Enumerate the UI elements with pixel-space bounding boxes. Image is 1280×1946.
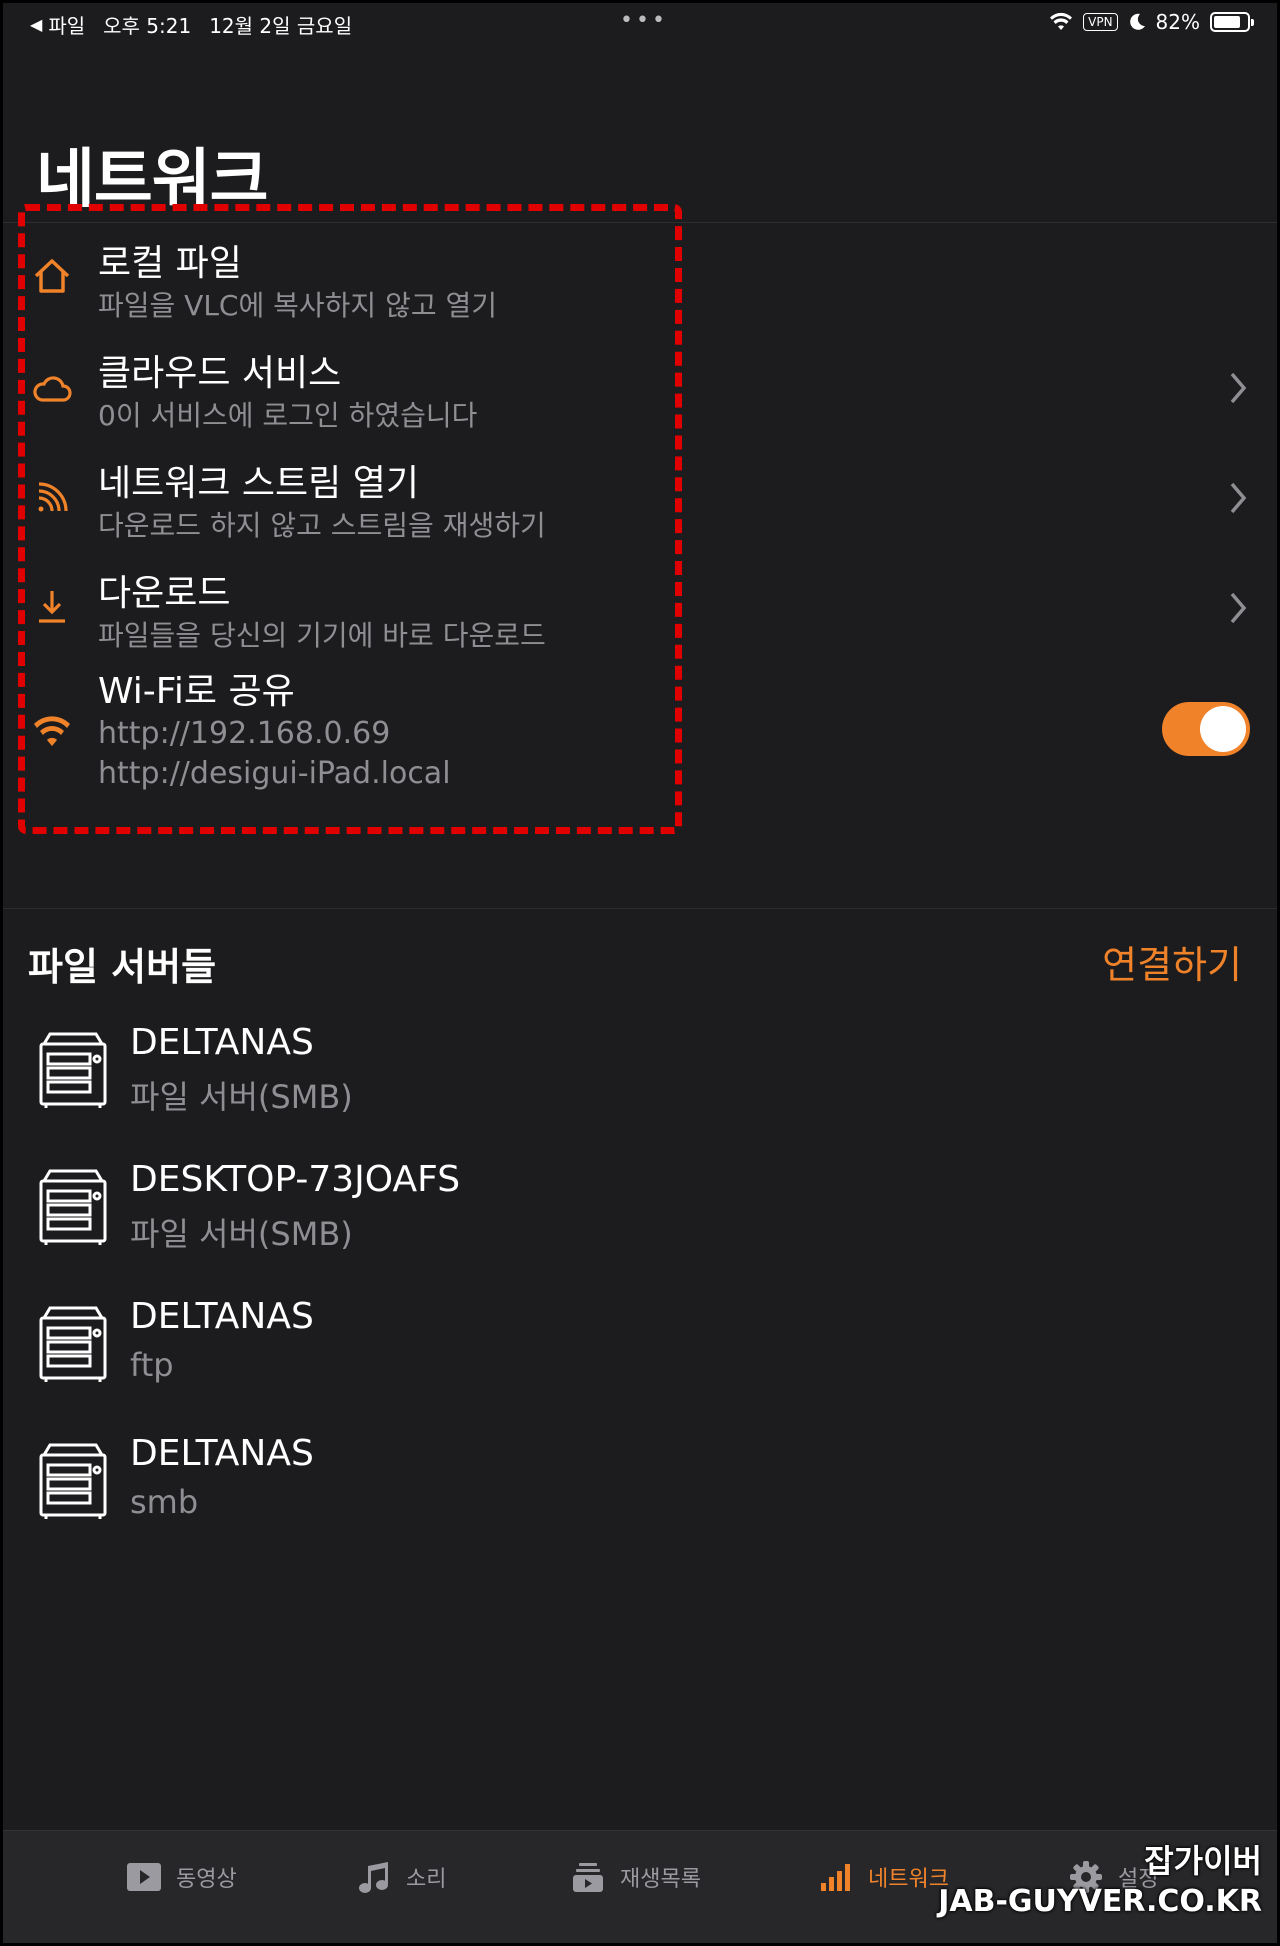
tab-playlist[interactable]: 재생목록 xyxy=(570,1859,701,1895)
tab-video[interactable]: 동영상 xyxy=(126,1859,237,1895)
wifi-share-ip-address: http://192.168.0.69 xyxy=(98,716,391,751)
menu-item-local-files[interactable]: 로컬 파일 파일을 VLC에 복사하지 않고 열기 xyxy=(0,232,1280,332)
server-row[interactable]: DESKTOP-73JOAFS 파일 서버(SMB) xyxy=(0,1159,1280,1279)
file-servers-heading: 파일 서버들 xyxy=(28,945,217,989)
menu-title: 로컬 파일 xyxy=(98,243,242,284)
toggle-knob xyxy=(1200,706,1246,752)
server-type: smb xyxy=(130,1483,199,1521)
menu-subtitle: 파일을 VLC에 복사하지 않고 열기 xyxy=(98,289,498,322)
menu-item-network-stream[interactable]: 네트워크 스트림 열기 다운로드 하지 않고 스트림을 재생하기 xyxy=(0,452,1280,552)
wifi-share-icon xyxy=(30,710,74,754)
music-icon xyxy=(356,1859,392,1895)
server-name: DELTANAS xyxy=(130,1433,314,1474)
playlist-icon xyxy=(570,1859,606,1895)
chevron-right-icon xyxy=(1230,482,1247,514)
battery-icon xyxy=(1210,12,1254,32)
wifi-status-icon xyxy=(1050,12,1073,30)
status-time: 오후 5:21 xyxy=(103,14,192,38)
server-icon xyxy=(39,1032,107,1108)
server-row[interactable]: DELTANAS 파일 서버(SMB) xyxy=(0,1022,1280,1142)
multitasking-dots-icon[interactable]: ••• xyxy=(620,8,668,33)
chevron-right-icon xyxy=(1230,372,1247,404)
tab-label: 동영상 xyxy=(176,1867,237,1892)
tab-label: 재생목록 xyxy=(620,1867,701,1892)
menu-title: Wi-Fi로 공유 xyxy=(98,671,295,712)
wifi-share-toggle[interactable] xyxy=(1162,702,1250,756)
watermark-line1: 잡가이버 xyxy=(1144,1842,1262,1880)
play-icon xyxy=(126,1859,162,1895)
server-name: DELTANAS xyxy=(130,1022,314,1063)
menu-item-download[interactable]: 다운로드 파일들을 당신의 기기에 바로 다운로드 xyxy=(0,562,1280,662)
menu-title: 네트워크 스트림 열기 xyxy=(98,463,419,504)
wifi-share-local-address: http://desigui-iPad.local xyxy=(98,756,451,791)
chevron-right-icon xyxy=(1230,592,1247,624)
menu-subtitle: 파일들을 당신의 기기에 바로 다운로드 xyxy=(98,619,546,652)
moon-icon xyxy=(1129,13,1145,30)
menu-subtitle: 다운로드 하지 않고 스트림을 재생하기 xyxy=(98,509,546,542)
rss-icon xyxy=(30,476,74,520)
tab-network[interactable]: 네트워크 xyxy=(818,1859,949,1895)
section-divider xyxy=(0,908,1280,909)
back-app-label[interactable]: 파일 xyxy=(48,10,85,39)
status-date: 12월 2일 금요일 xyxy=(209,14,353,38)
menu-title: 클라우드 서비스 xyxy=(98,353,342,394)
download-icon xyxy=(30,584,74,628)
menu-subtitle: 0이 서비스에 로그인 하였습니다 xyxy=(98,399,478,432)
server-type: 파일 서버(SMB) xyxy=(130,1215,353,1253)
battery-level xyxy=(1214,16,1241,28)
tab-label: 소리 xyxy=(406,1867,447,1892)
server-type: 파일 서버(SMB) xyxy=(130,1078,353,1116)
server-name: DELTANAS xyxy=(130,1296,314,1337)
title-divider xyxy=(0,222,1280,223)
tab-audio[interactable]: 소리 xyxy=(356,1859,446,1895)
server-name: DESKTOP-73JOAFS xyxy=(130,1159,461,1200)
menu-item-wifi-share: Wi-Fi로 공유 http://192.168.0.69 http://des… xyxy=(0,660,1280,794)
menu-title: 다운로드 xyxy=(98,573,231,614)
menu-item-cloud-services[interactable]: 클라우드 서비스 0이 서비스에 로그인 하였습니다 xyxy=(0,342,1280,442)
server-icon xyxy=(39,1169,107,1245)
server-icon xyxy=(39,1443,107,1519)
vpn-badge: VPN xyxy=(1083,13,1118,31)
server-icon xyxy=(39,1306,107,1382)
server-type: ftp xyxy=(130,1346,174,1384)
cloud-icon xyxy=(30,366,74,410)
signal-icon xyxy=(818,1859,854,1895)
status-bar: ◀ 파일 오후 5:21 12월 2일 금요일 ••• VPN 82% xyxy=(0,0,1280,46)
page-title: 네트워크 xyxy=(36,143,269,217)
server-row[interactable]: DELTANAS smb xyxy=(0,1433,1280,1553)
battery-percent: 82% xyxy=(1155,10,1200,34)
connect-button[interactable]: 연결하기 xyxy=(1102,934,1242,989)
tab-label: 네트워크 xyxy=(868,1867,949,1892)
watermark: 잡가이버 JAB-GUYVER.CO.KR xyxy=(938,1836,1262,1919)
home-icon xyxy=(30,254,74,298)
server-row[interactable]: DELTANAS ftp xyxy=(0,1296,1280,1416)
back-arrow-icon[interactable]: ◀ xyxy=(30,15,42,34)
watermark-line2: JAB-GUYVER.CO.KR xyxy=(938,1884,1262,1919)
